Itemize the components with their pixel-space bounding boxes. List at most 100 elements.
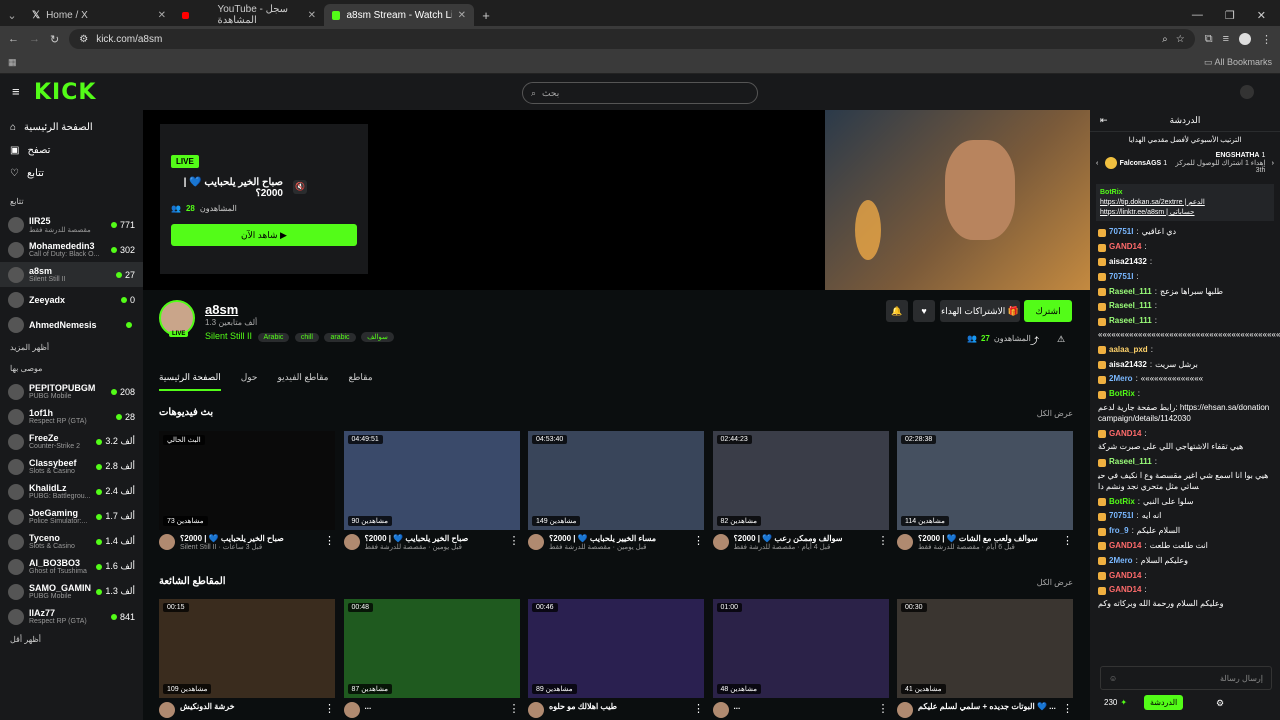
back-icon[interactable]: ← bbox=[8, 33, 19, 45]
video-card[interactable]: 04:49:51 90 مشاهدين صباح الخير يلحبايب 💙 |… bbox=[343, 431, 520, 551]
tag-chat[interactable]: سوالف bbox=[361, 332, 394, 342]
browser-tab-x[interactable]: 𝕏 Home / X ✕ bbox=[24, 4, 174, 26]
tag-chill[interactable]: chill bbox=[294, 333, 319, 342]
video-title[interactable]: ... bbox=[734, 702, 873, 711]
url-field[interactable]: ⚙ kick.com/a8sm ⌕ ☆ bbox=[69, 29, 1195, 49]
pinned-link-2[interactable]: https://linktr.ee/a8sm | حساباتي bbox=[1100, 208, 1270, 218]
close-window-icon[interactable]: ✕ bbox=[1257, 9, 1266, 22]
chat-username[interactable]: BotRix bbox=[1109, 389, 1135, 400]
reload-icon[interactable]: ↻ bbox=[50, 33, 59, 46]
video-thumbnail[interactable]: 00:30 41 مشاهدين bbox=[897, 599, 1073, 698]
sidebar-channel-recommended[interactable]: 1of1h Respect RP (GTA) 28 bbox=[0, 404, 143, 429]
tab-search-icon[interactable]: ⌄ bbox=[0, 4, 24, 26]
more-options-icon[interactable]: ⋮ bbox=[693, 534, 704, 547]
tab-clips[interactable]: مقاطع bbox=[348, 372, 372, 391]
chat-username[interactable]: 70751I bbox=[1109, 511, 1133, 522]
chat-username[interactable]: aalaa_pxd bbox=[1109, 345, 1148, 356]
chat-username[interactable]: fro_9 bbox=[1109, 526, 1129, 537]
more-options-icon[interactable]: ⋮ bbox=[509, 534, 520, 547]
nav-following[interactable]: ♡ تتابع bbox=[0, 162, 143, 185]
more-options-icon[interactable]: ⋮ bbox=[324, 702, 335, 715]
apps-grid-icon[interactable]: ▦ bbox=[8, 57, 17, 68]
browser-tab-kick[interactable]: a8sm Stream - Watch Live on Ki ✕ bbox=[324, 4, 474, 26]
share-icon[interactable]: ⤴ bbox=[1030, 334, 1039, 347]
channel-points[interactable]: 230 ✦ bbox=[1104, 698, 1127, 707]
more-options-icon[interactable]: ⋮ bbox=[1062, 534, 1073, 547]
kick-logo[interactable]: KICK bbox=[34, 80, 96, 105]
zoom-icon[interactable]: ⌕ bbox=[1162, 34, 1168, 45]
chat-username[interactable]: BotRix bbox=[1109, 497, 1135, 508]
maximize-icon[interactable]: ❐ bbox=[1225, 9, 1235, 22]
video-card[interactable]: 02:28:38 114 مشاهدين سوالف ولعب مع الشات 💙… bbox=[897, 431, 1073, 551]
mute-icon[interactable]: 🔇 bbox=[293, 180, 307, 194]
emoji-icon[interactable]: ☺ bbox=[1109, 674, 1117, 683]
clip-card[interactable]: 00:46 89 مشاهدين طيب اهلالك مو حلوه ⋮ bbox=[528, 599, 704, 718]
video-title[interactable]: ... bbox=[365, 702, 504, 711]
video-card[interactable]: 02:44:23 82 مشاهدين سوالف وممكن رعب 💙 | 20… bbox=[712, 431, 889, 551]
show-more-link[interactable]: أظهر المزيد bbox=[0, 337, 143, 358]
send-chat-button[interactable]: الدردشة bbox=[1144, 695, 1184, 710]
pinned-user[interactable]: BotRix bbox=[1100, 189, 1123, 196]
chat-username[interactable]: Raseel_111 bbox=[1109, 301, 1152, 312]
clip-card[interactable]: 00:15 109 مشاهدين خرشة الدونكيش ⋮ bbox=[159, 599, 335, 718]
tab-about[interactable]: حول bbox=[241, 372, 258, 391]
video-title[interactable]: خرشة الدونكيش bbox=[180, 702, 319, 711]
notification-bell-button[interactable]: 🔔 bbox=[886, 300, 908, 322]
video-title[interactable]: مساء الخيير يلحبايب 💙 | 2000؟ bbox=[549, 534, 688, 543]
collapse-chat-icon[interactable]: ⇤ bbox=[1100, 115, 1108, 126]
gift-subs-button[interactable]: الاشتراكات الهداء 🎁 bbox=[940, 300, 1020, 322]
video-thumbnail[interactable]: 02:44:23 82 مشاهدين bbox=[712, 431, 889, 530]
video-card[interactable]: 04:53:40 149 مشاهدين مساء الخيير يلحبايب 💙… bbox=[528, 431, 704, 551]
chat-username[interactable]: GAND14 bbox=[1109, 429, 1141, 440]
chat-username[interactable]: GAND14 bbox=[1109, 242, 1141, 253]
subscribe-button[interactable]: اشترك bbox=[1024, 300, 1072, 322]
clip-card[interactable]: 01:00 48 مشاهدين... ⋮ bbox=[712, 599, 889, 718]
close-tab-icon[interactable]: ✕ bbox=[308, 10, 316, 21]
video-card[interactable]: البث الحالي 73 مشاهدين صباح الخير يلحبايب … bbox=[159, 431, 335, 551]
sidebar-channel-following[interactable]: IIR25 مقصصة للدرشة فقط 771 bbox=[0, 212, 143, 237]
sidebar-channel-recommended[interactable]: SAMO_GAMING PUBG Mobile 1.3 ألف bbox=[0, 579, 143, 604]
next-icon[interactable]: › bbox=[1272, 160, 1274, 167]
channel-name[interactable]: a8sm bbox=[205, 302, 238, 317]
more-options-icon[interactable]: ⋮ bbox=[878, 534, 889, 547]
extensions-icon[interactable]: ⧉ bbox=[1205, 33, 1213, 46]
video-thumbnail[interactable]: البث الحالي 73 مشاهدين bbox=[159, 431, 335, 530]
nav-browse[interactable]: ▣ تصفح bbox=[0, 139, 143, 162]
chat-username[interactable]: Raseel_111 bbox=[1109, 457, 1152, 468]
sidebar-channel-recommended[interactable]: PEPITOPUBGM PUBG Mobile 208 bbox=[0, 379, 143, 404]
sidebar-channel-recommended[interactable]: IIAz77 Respect RP (GTA) 841 bbox=[0, 604, 143, 629]
video-title[interactable]: سوالف وممكن رعب 💙 | 2000؟ bbox=[734, 534, 873, 543]
browser-tab-youtube[interactable]: YouTube - سجل المشاهدة ✕ bbox=[174, 4, 324, 26]
chat-username[interactable]: 70751I bbox=[1109, 272, 1133, 283]
chat-username[interactable]: 2Mero bbox=[1109, 374, 1133, 385]
profile-avatar-icon[interactable] bbox=[1239, 33, 1251, 45]
more-options-icon[interactable]: ⋮ bbox=[878, 702, 889, 715]
chat-username[interactable]: aisa21432 bbox=[1109, 257, 1147, 268]
video-thumbnail[interactable]: 02:28:38 114 مشاهدين bbox=[897, 431, 1073, 530]
more-options-icon[interactable]: ⋮ bbox=[509, 702, 520, 715]
clip-card[interactable]: 00:48 87 مشاهدين... ⋮ bbox=[343, 599, 520, 718]
more-options-icon[interactable]: ⋮ bbox=[324, 534, 335, 547]
chat-username[interactable]: 70751I bbox=[1109, 227, 1133, 238]
video-thumbnail[interactable]: 01:00 48 مشاهدين bbox=[712, 599, 889, 698]
video-player[interactable]: LIVE صباح الخير يلحبايب 💙 | 2000؟ 🔇 👥 28… bbox=[143, 110, 1090, 290]
video-title[interactable]: صباح الخير يلحبايب 💙 | 2000؟ bbox=[365, 534, 504, 543]
video-thumbnail[interactable]: 04:49:51 90 مشاهدين bbox=[343, 431, 520, 530]
forward-icon[interactable]: → bbox=[29, 33, 40, 45]
sidebar-channel-following[interactable]: Mohamededin3 Call of Duty: Black O... 302 bbox=[0, 237, 143, 262]
bookmark-star-icon[interactable]: ☆ bbox=[1176, 34, 1185, 45]
sidebar-channel-recommended[interactable]: Al_BO3BO3 Ghost of Tsushima 1.6 ألف bbox=[0, 554, 143, 579]
chat-input[interactable]: ☺ إرسال رسالة bbox=[1100, 666, 1272, 690]
clip-card[interactable]: 00:30 41 مشاهدين البوتات جديده + سلمي لسلم… bbox=[897, 599, 1073, 718]
chat-username[interactable]: GAND14 bbox=[1109, 585, 1141, 596]
pinned-link-1[interactable]: https://tip.dokan.sa/2extrre | الدعم bbox=[1100, 198, 1270, 208]
sidebar-channel-recommended[interactable]: KhalidLz PUBG: Battlegrou... 2.4 ألف bbox=[0, 479, 143, 504]
all-bookmarks[interactable]: ▭ All Bookmarks bbox=[1204, 57, 1272, 68]
search-input[interactable]: ⌕ بحث bbox=[522, 82, 758, 104]
video-title[interactable]: سوالف ولعب مع الشات 💙 | 2000؟ bbox=[918, 534, 1057, 543]
sidebar-channel-following[interactable]: Zeeyadx 0 bbox=[0, 287, 143, 312]
chat-username[interactable]: GAND14 bbox=[1109, 541, 1141, 552]
sidebar-channel-following[interactable]: a8sm Silent Still II 27 bbox=[0, 262, 143, 287]
nav-home[interactable]: ⌂ الصفحة الرئيسية bbox=[0, 116, 143, 139]
video-thumbnail[interactable]: 04:53:40 149 مشاهدين bbox=[528, 431, 704, 530]
